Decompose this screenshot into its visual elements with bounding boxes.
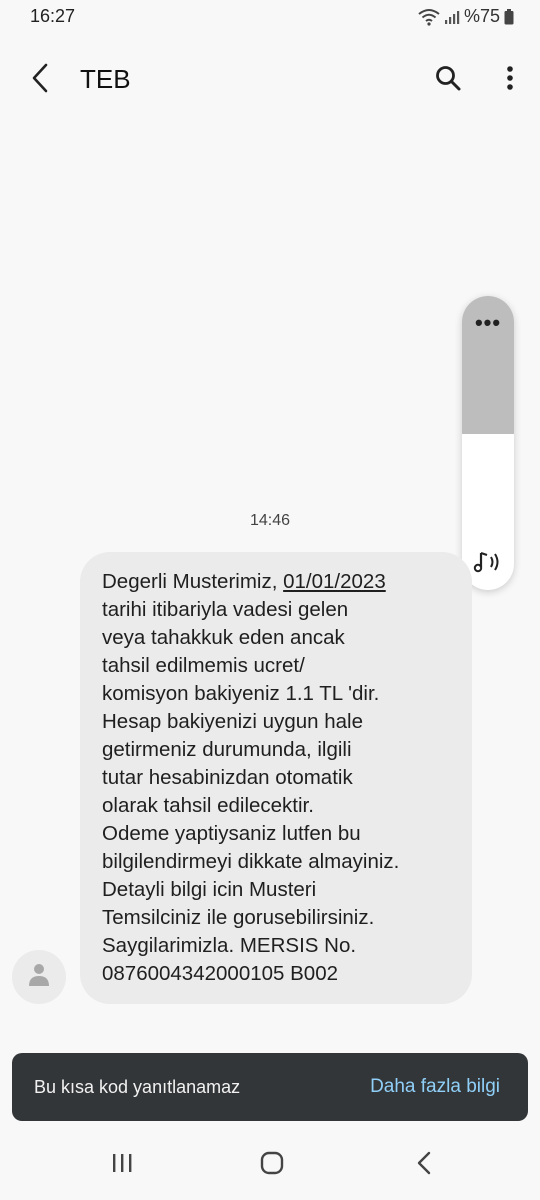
message-text: Degerli Musterimiz, 01/01/2023 tarihi it… xyxy=(102,568,452,988)
sound-mode-button[interactable] xyxy=(470,548,506,580)
wifi-icon xyxy=(418,8,440,26)
more-options-button[interactable] xyxy=(490,60,530,100)
status-icons: %75 xyxy=(418,6,514,27)
battery-text: %75 xyxy=(463,6,500,26)
nav-back-button[interactable] xyxy=(394,1148,454,1182)
battery-icon xyxy=(504,8,514,25)
person-icon xyxy=(27,962,51,993)
home-button[interactable] xyxy=(242,1148,302,1182)
chevron-left-icon xyxy=(30,63,50,98)
recents-icon xyxy=(110,1152,134,1179)
message-prefix: Degerli Musterimiz, xyxy=(102,570,284,593)
volume-panel-more[interactable]: ••• xyxy=(462,310,514,336)
conversation-title: TEB xyxy=(80,64,131,94)
search-button[interactable] xyxy=(428,60,468,100)
message-body: tarihi itibariyla vadesi gelen veya taha… xyxy=(102,598,400,985)
message-timestamp: 14:46 xyxy=(249,512,291,529)
volume-panel[interactable]: ••• xyxy=(462,296,514,590)
messages-screen: 16:27 %75 TEB ••• 14:46 Degerli Musterim… xyxy=(0,0,540,1200)
back-icon xyxy=(416,1151,432,1180)
snackbar-message: Bu kısa kod yanıtlanamaz xyxy=(34,1077,241,1097)
status-time: 16:27 xyxy=(30,6,76,26)
home-icon xyxy=(259,1150,285,1181)
more-vertical-icon xyxy=(506,65,514,96)
sound-icon xyxy=(472,549,504,580)
app-header: TEB xyxy=(0,48,540,112)
avatar[interactable] xyxy=(12,950,66,1004)
status-bar: 16:27 %75 xyxy=(0,0,540,36)
recents-button[interactable] xyxy=(92,1148,152,1182)
date-link[interactable]: 01/01/2023 xyxy=(283,570,386,593)
signal-icon xyxy=(444,9,460,25)
snackbar: Bu kısa kod yanıtlanamaz Daha fazla bilg… xyxy=(12,1053,528,1121)
navigation-bar xyxy=(0,1130,540,1200)
message-bubble[interactable]: Degerli Musterimiz, 01/01/2023 tarihi it… xyxy=(80,552,472,1004)
search-icon xyxy=(434,64,462,97)
back-button[interactable] xyxy=(20,60,60,100)
more-info-button[interactable]: Daha fazla bilgi xyxy=(370,1076,500,1098)
